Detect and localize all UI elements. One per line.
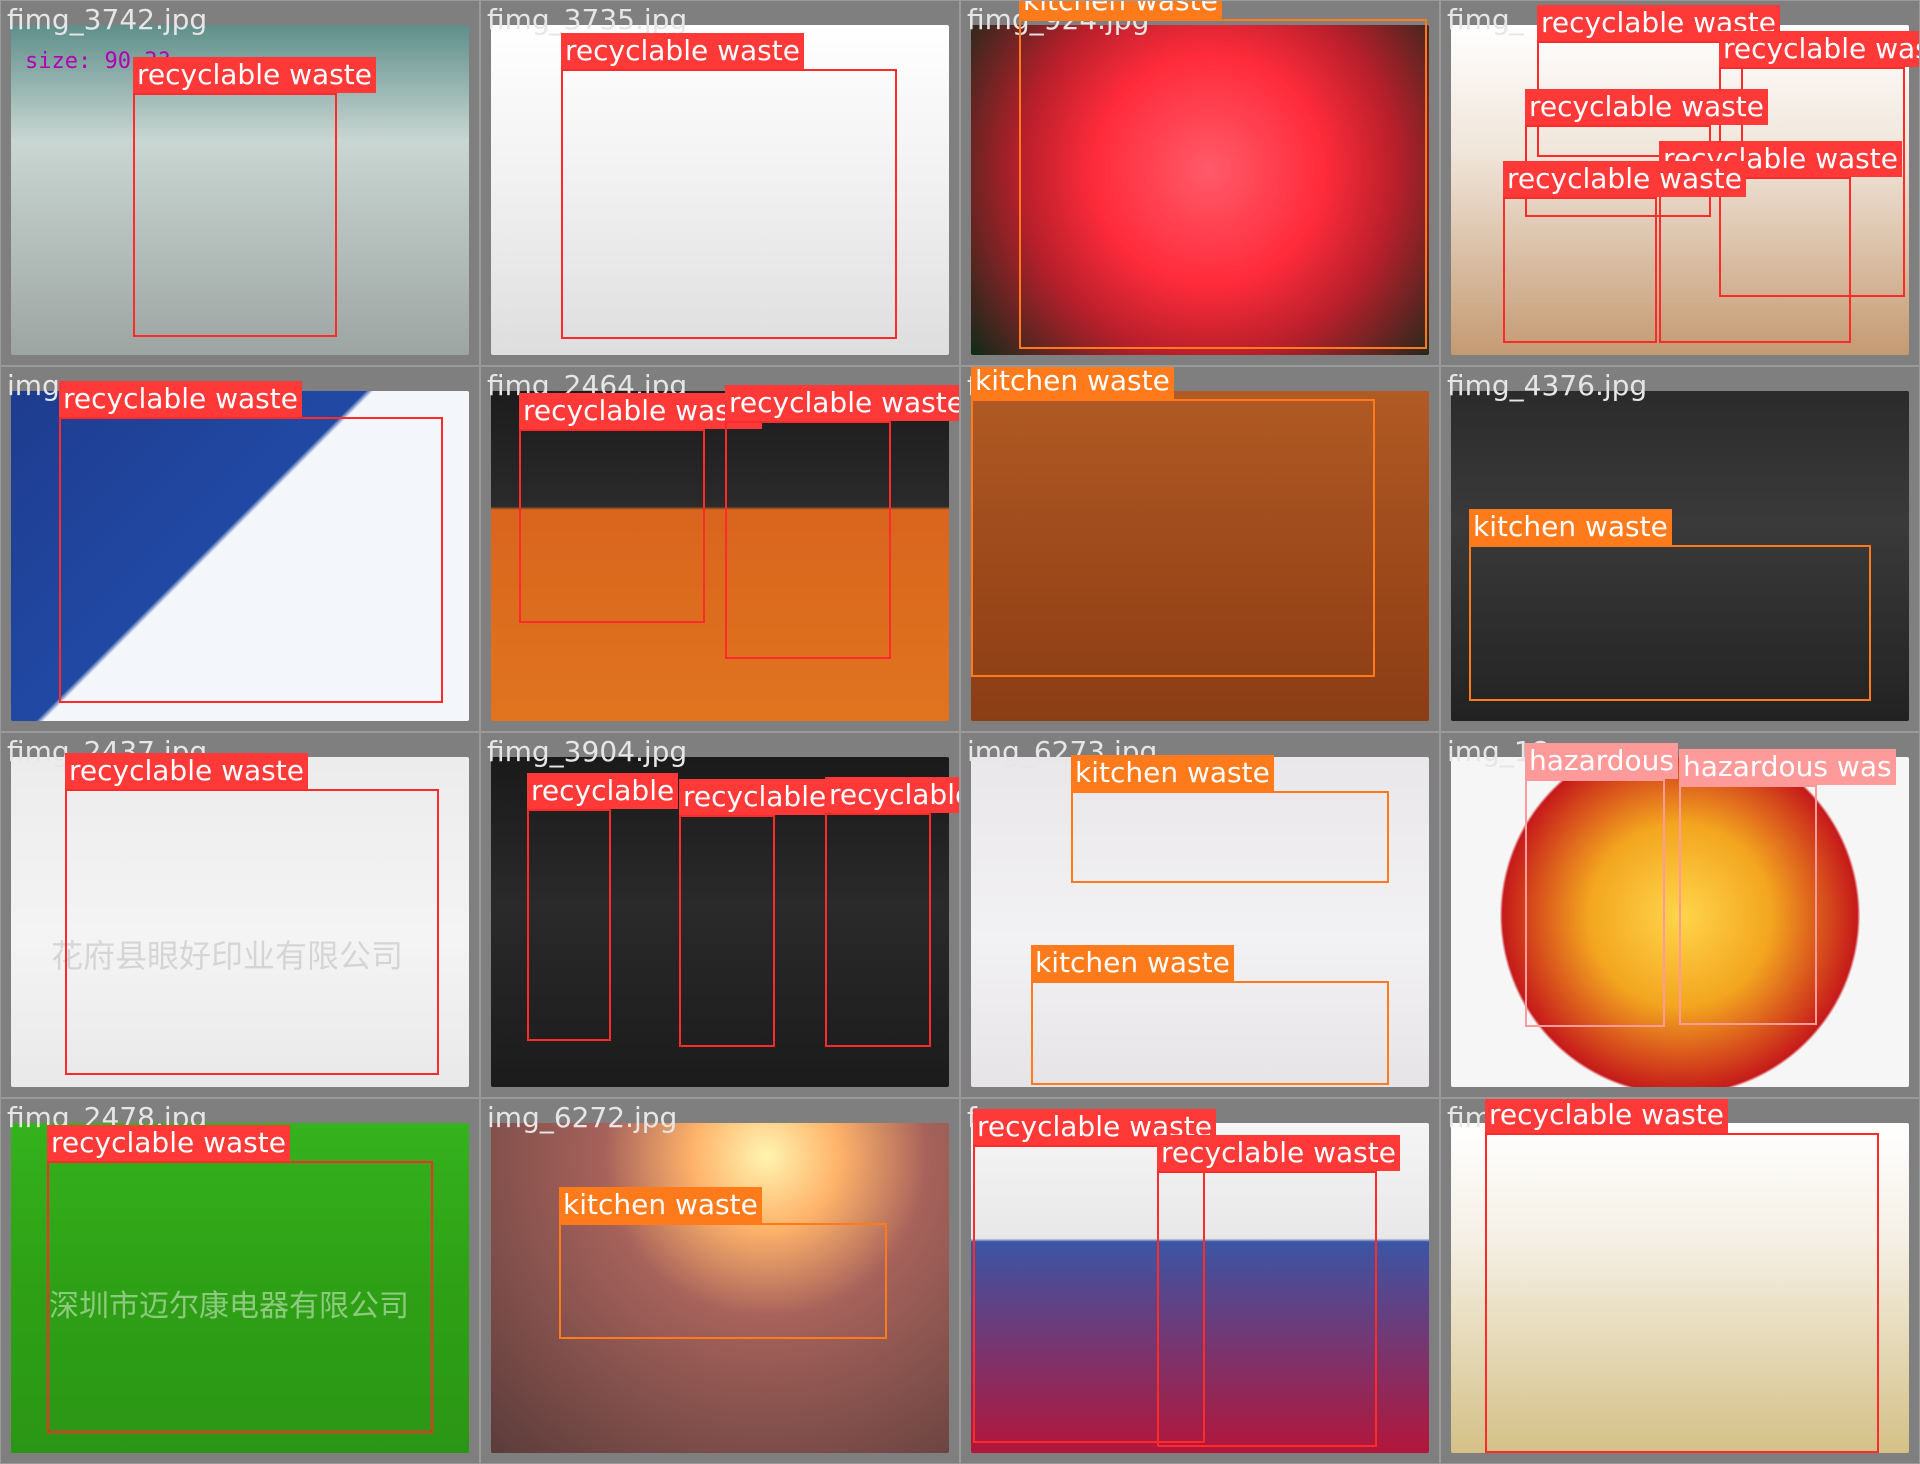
image-tile[interactable]: img_18 hazardous hazardous was [1440, 732, 1920, 1098]
detection-box[interactable]: hazardous [1525, 743, 1679, 1027]
detection-box[interactable]: hazardous was [1679, 749, 1896, 1025]
filename: img [7, 369, 60, 402]
detection-box[interactable]: recyclable waste [1503, 161, 1746, 343]
detection-grid: fimg_3742.jpg size: 90 3? recyclable was… [0, 0, 1920, 1464]
detection-box[interactable]: recyclable waste [59, 381, 443, 703]
image-tile[interactable]: fimg_4376.jpg kitchen waste [1440, 366, 1920, 732]
detection-label: kitchen waste [971, 367, 1174, 399]
image-tile[interactable]: fimg_2437.jpg 花府县眼好印业有限公司 recyclable was… [0, 732, 480, 1098]
detection-label: hazardous was [1679, 749, 1896, 785]
detection-label: kitchen waste [1469, 509, 1672, 545]
image-tile[interactable]: fimg_924.jpg kitchen waste [960, 0, 1440, 366]
detection-box[interactable]: recyclable waste [65, 753, 439, 1075]
image-tile[interactable]: fimg_2478.jpg 深圳市迈尔康电器有限公司 recyclable wa… [0, 1098, 480, 1464]
detection-label: kitchen waste [559, 1187, 762, 1223]
image-tile[interactable]: fimg_2464.jpg recyclable waste recyclabl… [480, 366, 960, 732]
detection-label: recyclable [527, 773, 679, 809]
detection-label: recyclable [679, 779, 831, 815]
detection-box[interactable]: kitchen waste [1469, 509, 1871, 701]
detection-box[interactable]: recyclable waste [133, 57, 376, 337]
image-tile[interactable]: fimg_3904.jpg recyclable recyclable recy… [480, 732, 960, 1098]
image-tile[interactable]: img_6273.jpg kitchen waste kitchen waste [960, 732, 1440, 1098]
detection-box[interactable]: recyclable waste [1157, 1135, 1400, 1447]
detection-box[interactable]: recyclable waste [519, 393, 762, 623]
detection-label: recyclable waste [65, 753, 308, 789]
image-tile[interactable]: fimg_ recyclable waste recyclable waste … [1440, 0, 1920, 366]
detection-label: recyclable waste [1157, 1135, 1400, 1171]
detection-box[interactable]: kitchen waste [1019, 1, 1427, 349]
detection-label: recyclable waste [1719, 31, 1919, 67]
detection-label: recyclable waste [825, 777, 959, 813]
detection-box[interactable]: kitchen waste [559, 1187, 887, 1339]
detection-box[interactable]: kitchen waste [971, 367, 1375, 677]
detection-box[interactable]: recyclable waste [725, 385, 959, 659]
detection-box[interactable]: recyclable waste [1485, 1099, 1879, 1453]
image-tile[interactable]: f recyclable waste recyclable waste [960, 1098, 1440, 1464]
detection-label: kitchen waste [1071, 755, 1274, 791]
filename: img_6272.jpg [487, 1101, 678, 1134]
image-tile[interactable]: fimg_ recyclable waste [1440, 1098, 1920, 1464]
image-tile[interactable]: img_6272.jpg kitchen waste [480, 1098, 960, 1464]
detection-box[interactable]: kitchen waste [1071, 755, 1389, 883]
image-tile[interactable]: fimg_3735.jpg recyclable waste [480, 0, 960, 366]
detection-label: recyclable waste [1525, 89, 1768, 125]
detection-label: hazardous [1525, 743, 1679, 779]
detection-label: recyclable waste [47, 1125, 290, 1161]
detection-label: kitchen waste [1019, 1, 1222, 19]
detection-box[interactable]: kitchen waste [1031, 945, 1389, 1085]
detection-box[interactable]: recyclable waste [47, 1125, 433, 1433]
detection-box[interactable]: recyclable [679, 779, 831, 1047]
detection-label: recyclable waste [133, 57, 376, 93]
filename: fimg_3904.jpg [487, 735, 688, 768]
detection-label: recyclable waste [59, 381, 302, 417]
detection-label: kitchen waste [1031, 945, 1234, 981]
detection-box[interactable]: recyclable [527, 773, 679, 1041]
detection-label: recyclable waste [1485, 1099, 1728, 1133]
detection-box[interactable]: recyclable waste [561, 33, 897, 339]
filename: fimg_3735.jpg [487, 3, 688, 36]
image-tile[interactable]: f kitchen waste [960, 366, 1440, 732]
filename: fimg_4376.jpg [1447, 369, 1648, 402]
image-tile[interactable]: img recyclable waste [0, 366, 480, 732]
filename: fimg_ [1447, 3, 1524, 36]
detection-box[interactable]: recyclable waste [1659, 141, 1902, 343]
image-tile[interactable]: fimg_3742.jpg size: 90 3? recyclable was… [0, 0, 480, 366]
detection-label: recyclable waste [561, 33, 804, 69]
detection-label: recyclable waste [1503, 161, 1746, 197]
detection-label: recyclable waste [725, 385, 959, 421]
detection-box[interactable]: recyclable waste [825, 777, 959, 1047]
filename: fimg_3742.jpg [7, 3, 208, 36]
